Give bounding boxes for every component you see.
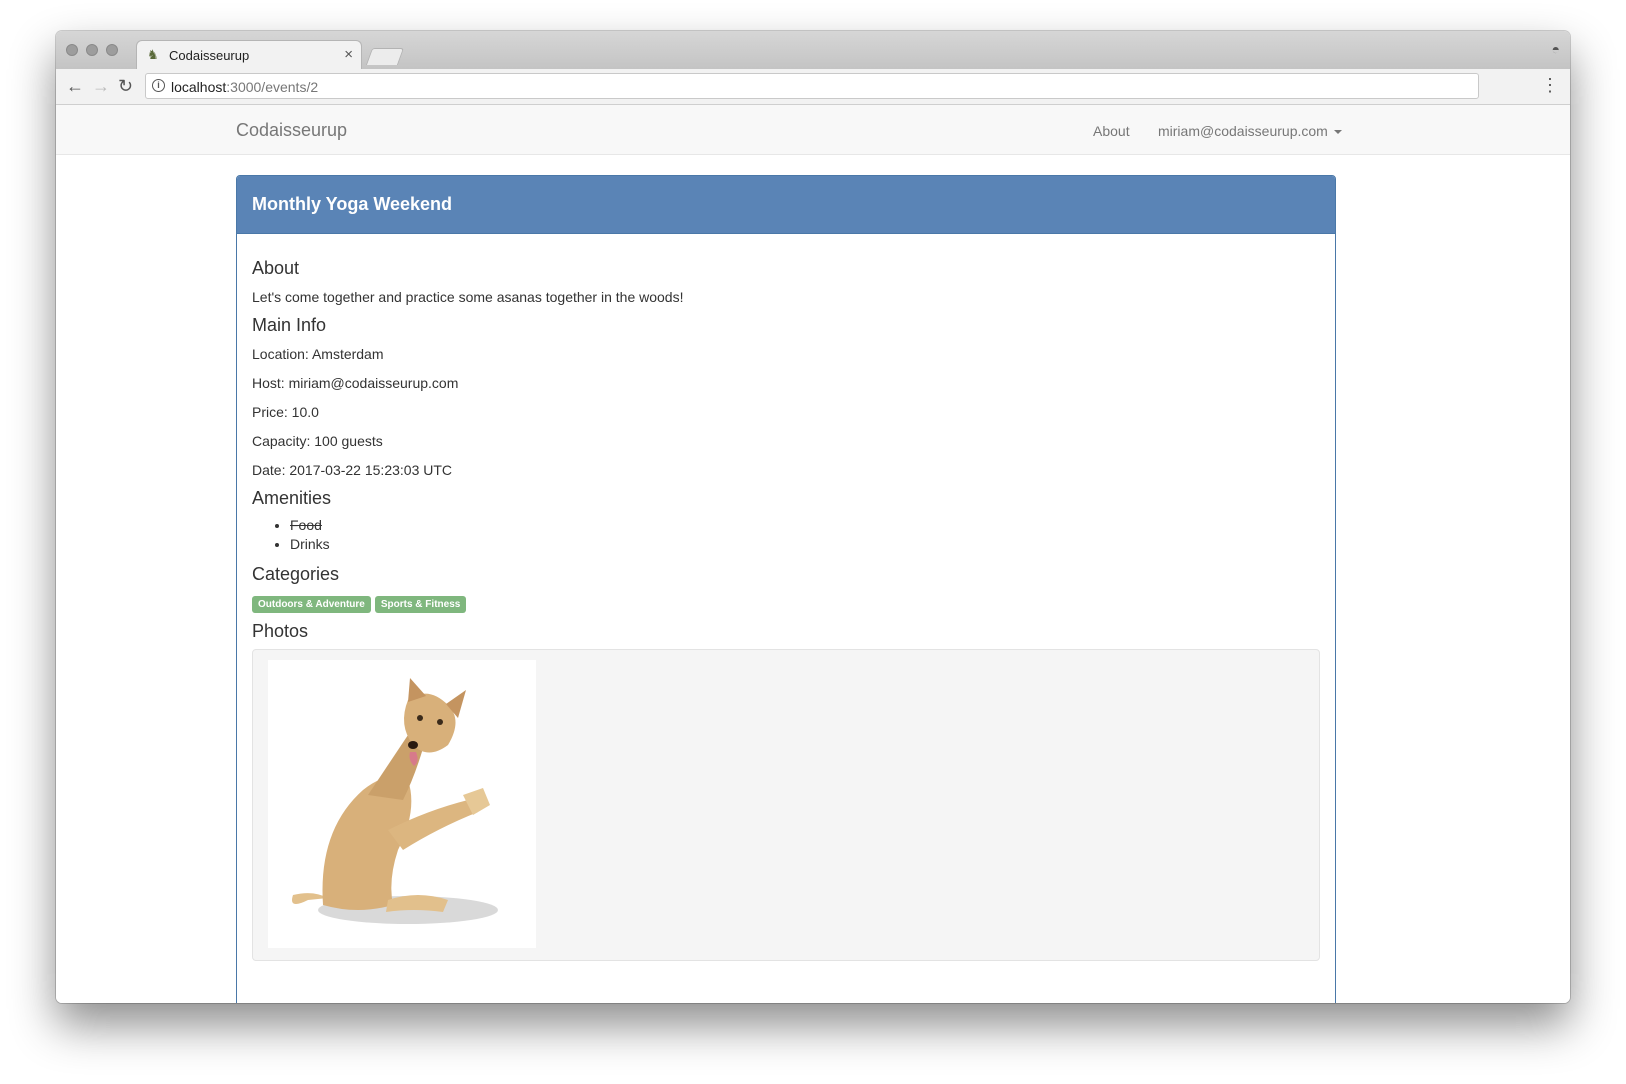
photos-well <box>252 649 1320 961</box>
amenity-item: Drinks <box>290 535 330 554</box>
url-path: :3000/events/2 <box>226 79 319 95</box>
amenities-list: Food Drinks <box>252 516 330 554</box>
address-bar[interactable]: i localhost:3000/events/2 <box>145 73 1479 99</box>
minimize-window-button[interactable] <box>86 44 98 56</box>
maximize-window-button[interactable] <box>106 44 118 56</box>
new-tab-button[interactable] <box>365 48 405 65</box>
title-bar: ♞ Codaisseurup × ◓ <box>56 31 1570 69</box>
category-label: Outdoors & Adventure <box>252 596 371 613</box>
event-photo[interactable] <box>268 660 536 948</box>
date-text: Date: 2017-03-22 15:23:03 UTC <box>252 462 453 478</box>
location-text: Location: Amsterdam <box>252 346 384 362</box>
amenities-heading: Amenities <box>252 488 332 508</box>
event-panel: Monthly Yoga Weekend About Let's come to… <box>236 175 1336 1003</box>
brand-link[interactable]: Codaisseurup <box>236 120 347 141</box>
browser-tab[interactable]: ♞ Codaisseurup × <box>136 40 362 69</box>
close-window-button[interactable] <box>66 44 78 56</box>
caret-down-icon <box>1333 130 1342 135</box>
amenity-item: Food <box>290 516 330 535</box>
web-page: Codaisseurup About miriam@codaisseurup.c… <box>56 105 1570 1003</box>
profile-icon[interactable]: ◓ <box>1552 41 1560 57</box>
main-info-heading: Main Info <box>252 315 327 335</box>
forward-icon[interactable]: → <box>92 75 110 97</box>
browser-window: ♞ Codaisseurup × ◓ ← → ↻ i localhost:300… <box>56 31 1570 1003</box>
panel-heading: Monthly Yoga Weekend <box>237 176 1335 234</box>
event-description: Let's come together and practice some as… <box>252 289 684 305</box>
browser-toolbar: ← → ↻ i localhost:3000/events/2 ⋮ <box>56 69 1570 105</box>
favicon-icon: ♞ <box>147 47 159 62</box>
url-text: localhost:3000/events/2 <box>171 79 318 95</box>
nav-about-link[interactable]: About <box>1093 123 1130 139</box>
user-email: miriam@codaisseurup.com <box>1158 123 1328 139</box>
info-icon[interactable]: i <box>152 79 165 92</box>
host-text: Host: miriam@codaisseurup.com <box>252 375 459 391</box>
url-host: localhost <box>171 79 227 95</box>
categories-heading: Categories <box>252 564 340 584</box>
category-labels: Outdoors & Adventure Sports & Fitness <box>252 594 470 613</box>
site-navbar: Codaisseurup About miriam@codaisseurup.c… <box>56 105 1570 155</box>
photos-heading: Photos <box>252 621 309 641</box>
reload-icon[interactable]: ↻ <box>118 75 133 97</box>
user-dropdown[interactable]: miriam@codaisseurup.com <box>1158 123 1342 139</box>
tab-close-icon[interactable]: × <box>344 46 353 63</box>
tab-title: Codaisseurup <box>169 48 250 63</box>
about-heading: About <box>252 258 300 278</box>
browser-menu-icon[interactable]: ⋮ <box>1541 75 1559 95</box>
event-title: Monthly Yoga Weekend <box>252 194 453 214</box>
capacity-text: Capacity: 100 guests <box>252 433 383 449</box>
back-icon[interactable]: ← <box>66 75 84 97</box>
category-label: Sports & Fitness <box>374 596 467 613</box>
price-text: Price: 10.0 <box>252 404 319 420</box>
dog-yoga-image <box>292 678 498 924</box>
